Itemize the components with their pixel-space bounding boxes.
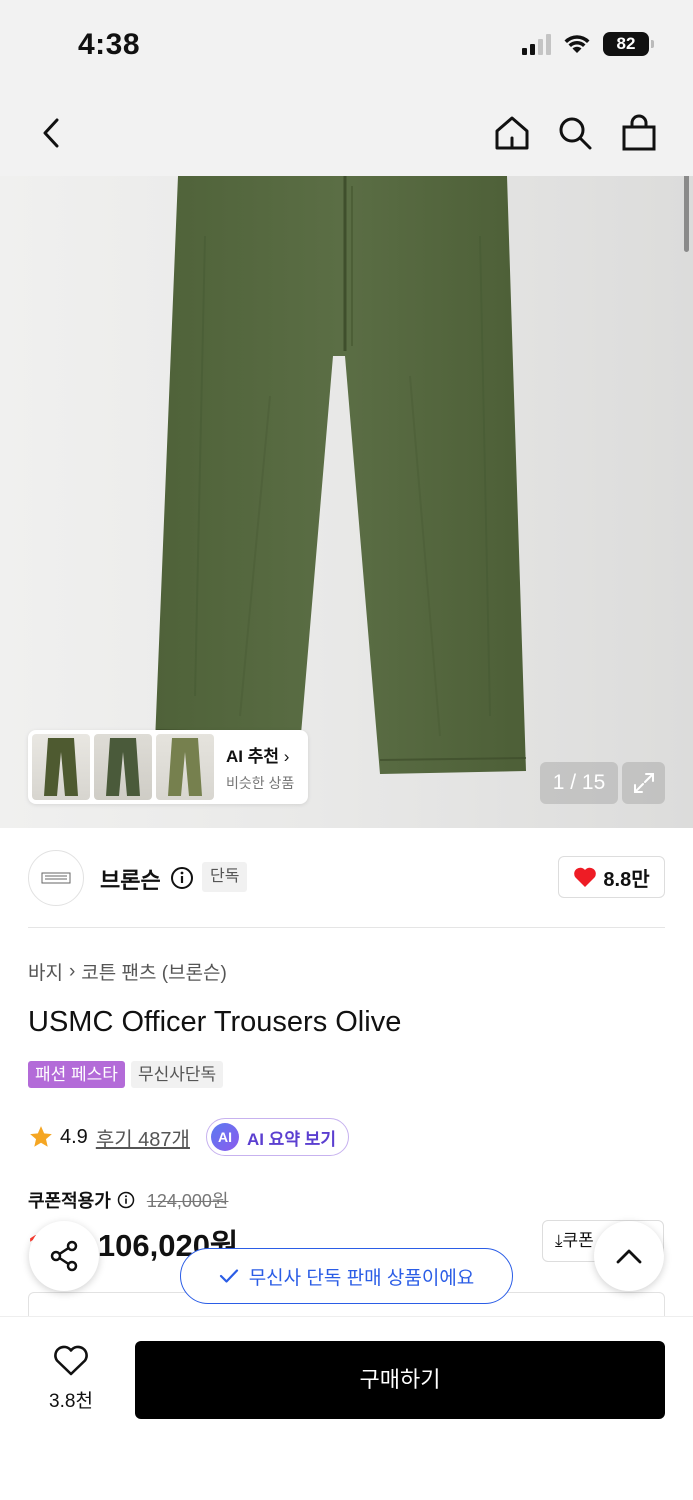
chevron-right-icon: ›: [283, 746, 290, 766]
cart-button[interactable]: [616, 110, 662, 156]
info-icon[interactable]: [170, 866, 194, 890]
ai-badge-icon: AI: [210, 1123, 239, 1151]
check-icon: [219, 1269, 238, 1283]
image-counter: 1 / 15: [540, 762, 618, 804]
divider: [28, 927, 665, 928]
brand-like-count: 8.8만: [603, 868, 650, 891]
ai-recommend-text: AI 추천 › 비슷한 상품: [226, 742, 294, 793]
scroll-indicator[interactable]: [684, 176, 689, 252]
pants-thumb-icon: [106, 738, 140, 796]
breadcrumb-subcategory[interactable]: 코튼 팬츠 (브론슨): [81, 958, 227, 985]
battery-icon: 82: [603, 32, 654, 56]
rating-row: 4.9 후기 487개 AI AI 요약 보기: [28, 1118, 349, 1156]
exclusive-toast: 무신사 단독 판매 상품이에요: [180, 1248, 513, 1304]
status-time: 4:38: [78, 28, 141, 61]
ai-summary-label: AI 요약 보기: [246, 1129, 336, 1149]
wishlist-button[interactable]: 3.8천: [36, 1345, 106, 1413]
shopping-bag-icon: [622, 114, 656, 151]
share-button[interactable]: [29, 1221, 99, 1291]
chevron-right-icon: ›: [68, 960, 76, 982]
share-icon: [50, 1240, 78, 1272]
pants-thumb-icon: [168, 738, 202, 796]
scroll-top-button[interactable]: [594, 1221, 664, 1291]
ai-recommend-title: AI 추천 ›: [226, 746, 290, 766]
coupon-price-label: 쿠폰적용가 124,000원: [28, 1187, 228, 1213]
info-icon[interactable]: [117, 1191, 135, 1209]
toast-message: 무신사 단독 판매 상품이에요: [248, 1267, 475, 1289]
coupon-button-label: 쿠폰: [562, 1231, 594, 1250]
top-nav: [0, 90, 693, 176]
star-icon: [30, 1126, 52, 1147]
status-icons: 82: [522, 32, 654, 56]
heart-filled-icon: [574, 867, 597, 887]
search-icon: [559, 117, 592, 150]
chevron-left-icon: [43, 118, 59, 148]
status-bar: 4:38 82: [0, 0, 693, 90]
breadcrumb-category[interactable]: 바지: [28, 958, 63, 985]
similar-thumb-1[interactable]: [32, 734, 90, 800]
exclusive-badge: 단독: [202, 862, 248, 892]
expand-icon: [633, 773, 654, 793]
ai-recommend-card[interactable]: AI 추천 › 비슷한 상품: [28, 730, 308, 804]
product-tags: 패션 페스타 무신사단독: [28, 1061, 224, 1088]
cellular-signal-icon: [522, 33, 551, 55]
bottom-bar: 3.8천 구매하기: [0, 1316, 693, 1500]
product-title: USMC Officer Trousers Olive: [28, 1006, 402, 1038]
chevron-up-icon: [616, 1249, 642, 1264]
ai-recommend-subtitle: 비슷한 상품: [226, 774, 295, 791]
original-price: 124,000원: [146, 1191, 229, 1211]
home-button[interactable]: [489, 110, 535, 156]
similar-thumb-3[interactable]: [156, 734, 214, 800]
tag-musinsa-exclusive: 무신사단독: [130, 1061, 224, 1088]
tag-fashion-festa[interactable]: 패션 페스타: [28, 1061, 125, 1088]
brand-logo-mark: [41, 872, 71, 884]
coupon-label-text: 쿠폰적용가: [28, 1191, 111, 1211]
download-icon: ⤓: [555, 1231, 563, 1250]
rating-value: 4.9: [60, 1125, 88, 1148]
ai-summary-button[interactable]: AI AI 요약 보기: [205, 1118, 349, 1156]
brand-name[interactable]: 브론슨: [100, 863, 161, 895]
pants-thumb-icon: [44, 738, 78, 796]
back-button[interactable]: [28, 110, 74, 156]
similar-thumb-2[interactable]: [94, 734, 152, 800]
wifi-icon: [564, 35, 590, 53]
wishlist-count: 3.8천: [49, 1391, 93, 1412]
brand-row: 브론슨 단독 8.8만: [28, 848, 665, 908]
home-icon: [495, 116, 529, 150]
search-button[interactable]: [552, 110, 598, 156]
reviews-link[interactable]: 후기 487개: [96, 1123, 190, 1152]
brand-like-button[interactable]: 8.8만: [558, 856, 665, 898]
heart-outline-icon: [54, 1345, 88, 1376]
brand-logo[interactable]: [28, 850, 84, 906]
expand-button[interactable]: [622, 762, 665, 804]
breadcrumb: 바지 › 코튼 팬츠 (브론슨): [28, 958, 227, 985]
buy-button[interactable]: 구매하기: [135, 1341, 665, 1419]
